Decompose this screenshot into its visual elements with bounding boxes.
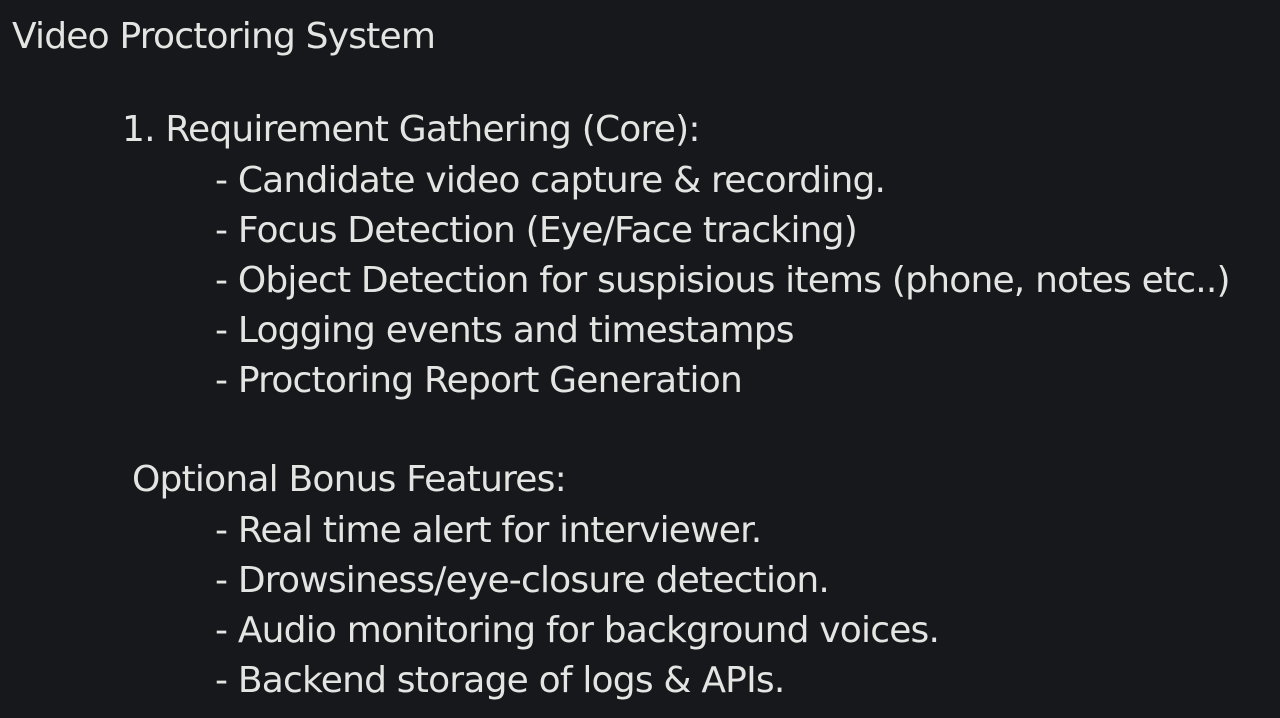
bonus-features-list: - Real time alert for interviewer. - Dro… <box>215 506 940 706</box>
core-requirements-heading: 1. Requirement Gathering (Core): <box>122 109 700 150</box>
list-item: - Focus Detection (Eye/Face tracking) <box>215 210 858 251</box>
list-item: - Backend storage of logs & APIs. <box>215 660 785 701</box>
list-item: - Audio monitoring for background voices… <box>215 610 940 651</box>
list-item: - Object Detection for suspisious items … <box>215 260 1231 301</box>
core-requirements-list: - Candidate video capture & recording. -… <box>215 156 1231 406</box>
list-item: - Real time alert for interviewer. <box>215 510 762 551</box>
list-item: - Logging events and timestamps <box>215 310 795 351</box>
list-item: - Drowsiness/eye-closure detection. <box>215 560 830 601</box>
list-item: - Candidate video capture & recording. <box>215 160 886 201</box>
bonus-features-heading: Optional Bonus Features: <box>132 459 567 500</box>
document-title: Video Proctoring System <box>12 16 436 57</box>
list-item: - Proctoring Report Generation <box>215 360 743 401</box>
